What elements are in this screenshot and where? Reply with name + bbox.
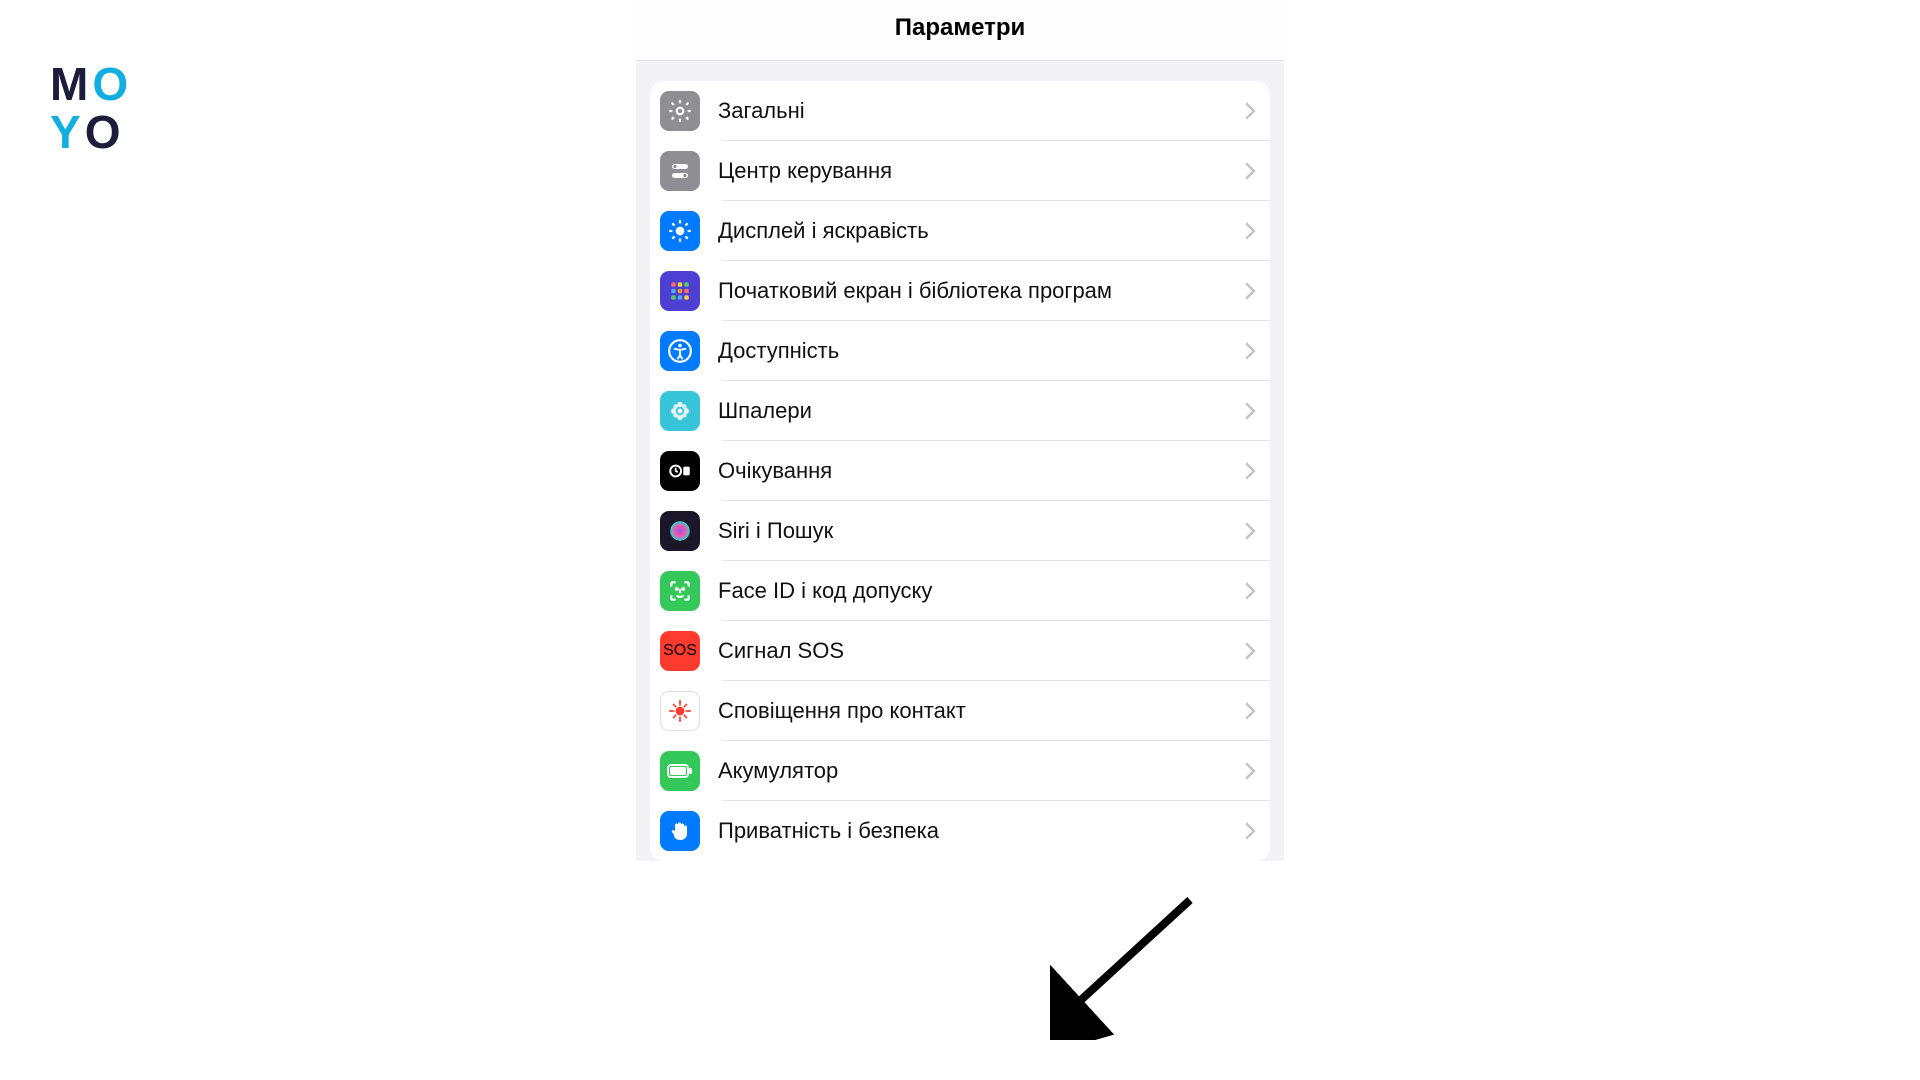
settings-row-label: Загальні [718, 97, 1244, 125]
settings-row-accessibility[interactable]: Доступність [650, 321, 1270, 381]
chevron-right-icon [1244, 282, 1256, 300]
app-grid-icon [660, 271, 700, 311]
gear-icon [660, 91, 700, 131]
settings-row-exposure[interactable]: Сповіщення про контакт [650, 681, 1270, 741]
hand-icon [660, 811, 700, 851]
chevron-right-icon [1244, 162, 1256, 180]
settings-row-siri[interactable]: Siri і Пошук [650, 501, 1270, 561]
chevron-right-icon [1244, 762, 1256, 780]
settings-row-label: Центр керування [718, 157, 1244, 185]
chevron-right-icon [1244, 462, 1256, 480]
settings-row-label: Очікування [718, 457, 1244, 485]
chevron-right-icon [1244, 342, 1256, 360]
chevron-right-icon [1244, 222, 1256, 240]
clock-icon [660, 451, 700, 491]
settings-row-label: Siri і Пошук [718, 517, 1244, 545]
sos-icon: SOS [660, 631, 700, 671]
settings-row-standby[interactable]: Очікування [650, 441, 1270, 501]
chevron-right-icon [1244, 822, 1256, 840]
moyo-logo: MO YO [50, 60, 132, 157]
siri-icon [660, 511, 700, 551]
settings-row-display[interactable]: Дисплей і яскравість [650, 201, 1270, 261]
chevron-right-icon [1244, 522, 1256, 540]
brightness-icon [660, 211, 700, 251]
settings-row-label: Сповіщення про контакт [718, 697, 1244, 725]
settings-row-label: Доступність [718, 337, 1244, 365]
settings-group: Загальні Центр керування Дисплей і яскра… [650, 81, 1270, 861]
toggle-icon [660, 151, 700, 191]
chevron-right-icon [1244, 642, 1256, 660]
settings-row-control-center[interactable]: Центр керування [650, 141, 1270, 201]
settings-row-battery[interactable]: Акумулятор [650, 741, 1270, 801]
settings-row-general[interactable]: Загальні [650, 81, 1270, 141]
settings-row-privacy[interactable]: Приватність і безпека [650, 801, 1270, 861]
accessibility-icon [660, 331, 700, 371]
settings-row-label: Приватність і безпека [718, 817, 1244, 845]
settings-panel: Параметри Загальні Центр керування Диспл… [636, 0, 1284, 861]
flower-icon [660, 391, 700, 431]
annotation-arrow [1050, 890, 1210, 1040]
virus-icon [660, 691, 700, 731]
face-id-icon [660, 571, 700, 611]
battery-icon [660, 751, 700, 791]
settings-row-label: Шпалери [718, 397, 1244, 425]
page-title: Параметри [636, 0, 1284, 61]
settings-row-home-screen[interactable]: Початковий екран і бібліотека програм [650, 261, 1270, 321]
chevron-right-icon [1244, 582, 1256, 600]
chevron-right-icon [1244, 702, 1256, 720]
settings-row-label: Початковий екран і бібліотека програм [718, 277, 1244, 305]
settings-row-label: Дисплей і яскравість [718, 217, 1244, 245]
settings-row-sos[interactable]: SOS Сигнал SOS [650, 621, 1270, 681]
chevron-right-icon [1244, 402, 1256, 420]
settings-row-label: Сигнал SOS [718, 637, 1244, 665]
settings-row-wallpaper[interactable]: Шпалери [650, 381, 1270, 441]
settings-row-faceid[interactable]: Face ID і код допуску [650, 561, 1270, 621]
settings-row-label: Акумулятор [718, 757, 1244, 785]
settings-row-label: Face ID і код допуску [718, 577, 1244, 605]
chevron-right-icon [1244, 102, 1256, 120]
